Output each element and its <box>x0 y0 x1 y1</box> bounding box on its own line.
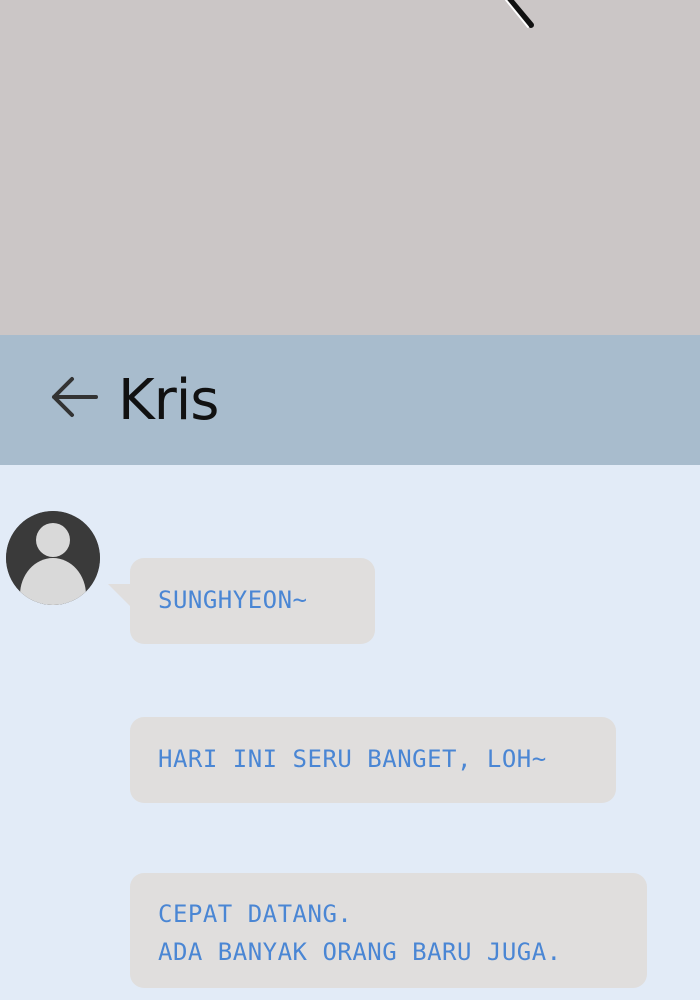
chat-header: Kris <box>0 335 700 465</box>
message-bubble[interactable]: CEPAT DATANG. ADA BANYAK ORANG BARU JUGA… <box>130 873 647 988</box>
back-button[interactable] <box>46 373 106 423</box>
default-user-avatar-icon <box>6 511 100 605</box>
contact-name: Kris <box>118 368 219 433</box>
phone-screen: Kris SUNGHYEON~ HARI INI SERU BANGET, LO… <box>0 0 700 1000</box>
top-panel <box>0 0 700 335</box>
message-bubble[interactable]: SUNGHYEON~ <box>108 558 375 644</box>
message-text: ADA BANYAK ORANG BARU JUGA. <box>158 938 562 966</box>
contact-avatar[interactable] <box>6 511 100 605</box>
bubble-tail <box>108 584 130 606</box>
message-text: SUNGHYEON~ <box>158 586 308 614</box>
stroke-mark <box>505 0 534 28</box>
arrow-left-icon <box>52 377 98 417</box>
message-text: CEPAT DATANG. <box>158 900 353 928</box>
chat-area[interactable]: SUNGHYEON~ HARI INI SERU BANGET, LOH~ CE… <box>0 465 700 1000</box>
message-bubble[interactable]: HARI INI SERU BANGET, LOH~ <box>130 717 616 803</box>
message-text: HARI INI SERU BANGET, LOH~ <box>158 745 547 773</box>
